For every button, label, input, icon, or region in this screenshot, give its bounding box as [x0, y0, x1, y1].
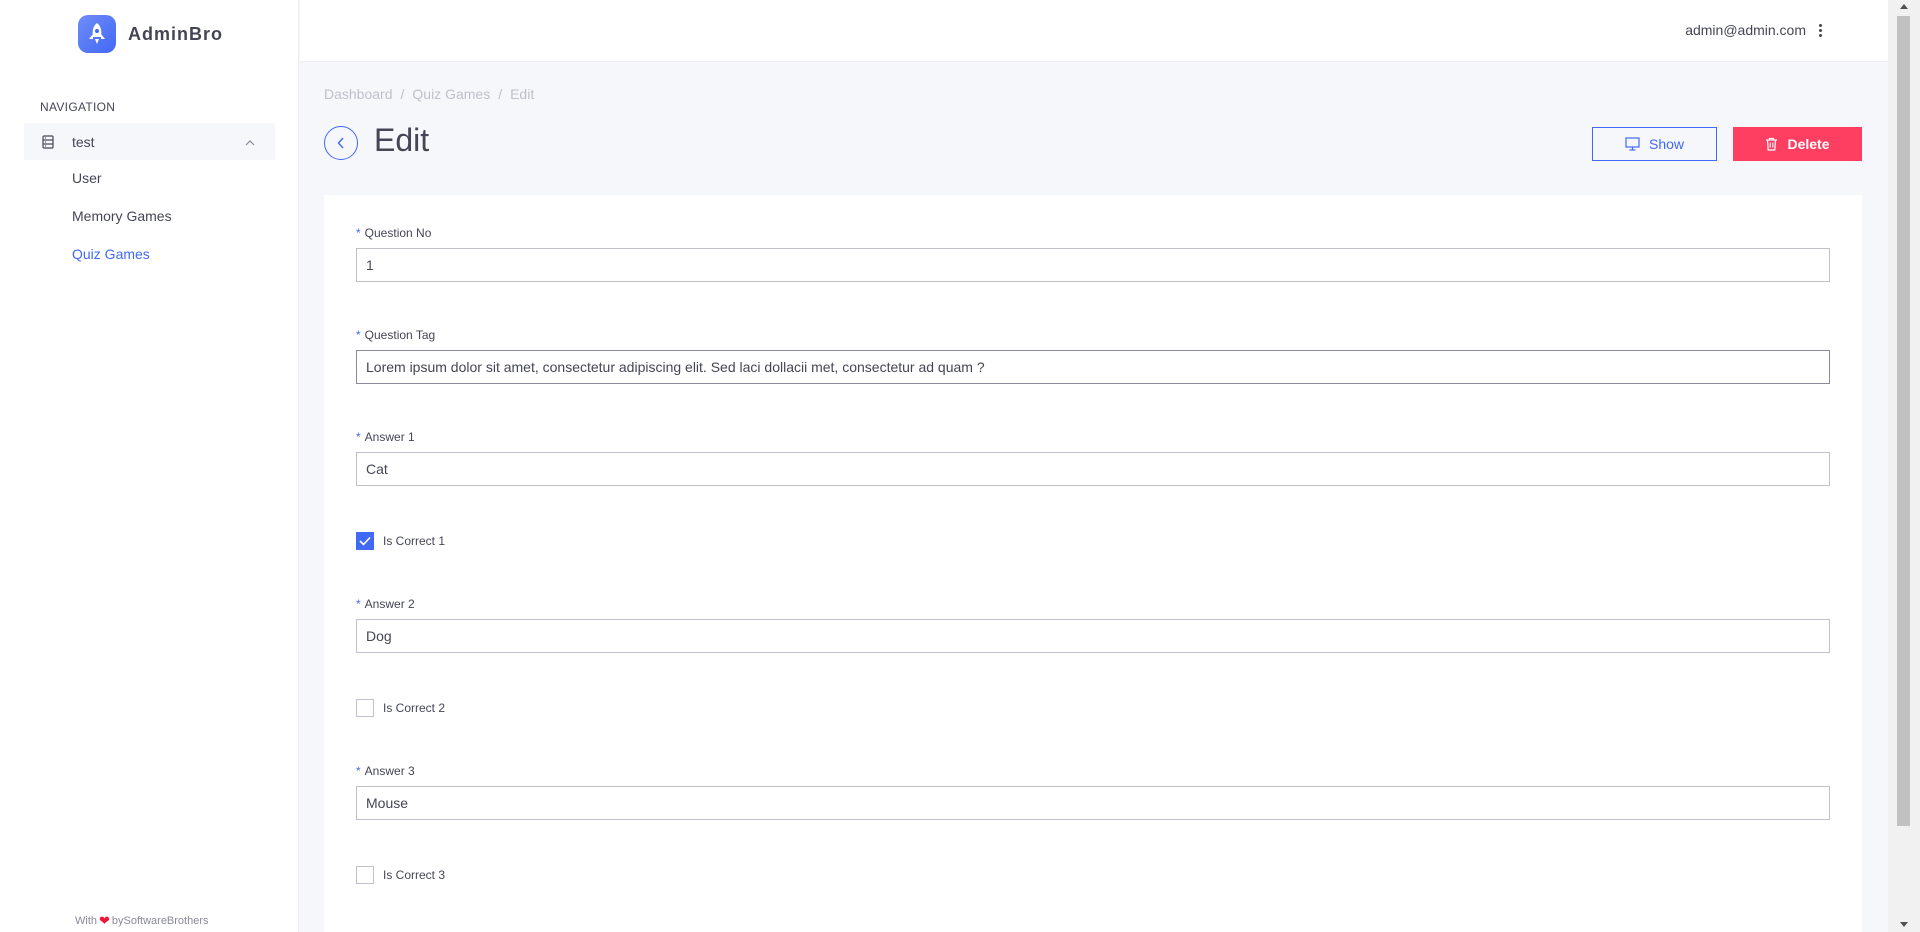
- sidebar-item-quiz-games[interactable]: Quiz Games: [72, 246, 150, 262]
- required-mark: *: [356, 328, 361, 342]
- answer-3-field: * Answer 3: [356, 764, 1830, 820]
- question-tag-label: * Question Tag: [356, 328, 436, 342]
- chevron-up-icon: [245, 133, 255, 151]
- required-mark: *: [356, 226, 361, 240]
- answer-1-field: * Answer 1: [356, 430, 1830, 486]
- answer-1-input[interactable]: [356, 452, 1830, 486]
- back-button[interactable]: [324, 126, 358, 160]
- brand-name: AdminBro: [128, 23, 223, 44]
- sidebar: AdminBro NAVIGATION test User Memory Gam…: [0, 0, 299, 932]
- question-no-label: * Question No: [356, 226, 432, 240]
- navigation-heading: NAVIGATION: [40, 100, 116, 114]
- question-tag-field: * Question Tag: [356, 328, 1830, 384]
- topbar: admin@admin.com: [300, 0, 1888, 62]
- scroll-down-arrow-icon[interactable]: [1900, 922, 1908, 927]
- monitor-icon: [1625, 137, 1640, 151]
- checkbox-unchecked[interactable]: [356, 699, 374, 717]
- required-mark: *: [356, 597, 361, 611]
- brand[interactable]: AdminBro: [78, 15, 223, 53]
- check-icon: [359, 536, 371, 546]
- rocket-icon: [78, 15, 116, 53]
- show-button-label: Show: [1648, 136, 1685, 152]
- breadcrumb-edit: Edit: [510, 86, 535, 102]
- database-icon: [42, 134, 56, 149]
- sidebar-item-user[interactable]: User: [72, 170, 102, 186]
- required-mark: *: [356, 764, 361, 778]
- answer-2-field: * Answer 2: [356, 597, 1830, 653]
- answer-2-input[interactable]: [356, 619, 1830, 653]
- breadcrumb-quiz-games[interactable]: Quiz Games: [412, 86, 490, 102]
- delete-button[interactable]: Delete: [1733, 127, 1862, 161]
- footer-credit: With ❤ bySoftwareBrothers: [75, 913, 209, 929]
- is-correct-1-checkbox[interactable]: Is Correct 1: [356, 532, 445, 550]
- breadcrumb-separator: /: [498, 86, 503, 102]
- edit-form: *Question No *Question Tag *Answer 1 Is …: [324, 195, 1862, 932]
- page-scrollbar[interactable]: [1888, 0, 1920, 932]
- scroll-up-arrow-icon[interactable]: [1900, 4, 1908, 9]
- breadcrumb: Dashboard / Quiz Games / Edit: [324, 86, 534, 102]
- footer-link[interactable]: bySoftwareBrothers: [112, 915, 209, 927]
- checkbox-unchecked[interactable]: [356, 866, 374, 884]
- answer-2-label: * Answer 2: [356, 597, 415, 611]
- user-email[interactable]: admin@admin.com: [1685, 22, 1806, 38]
- delete-button-label: Delete: [1787, 136, 1830, 152]
- footer-prefix: With: [75, 915, 97, 927]
- answer-1-label: * Answer 1: [356, 430, 415, 444]
- checkbox-checked[interactable]: [356, 532, 374, 550]
- is-correct-3-label: Is Correct 3: [383, 868, 446, 882]
- more-vertical-icon[interactable]: [1814, 22, 1826, 38]
- heart-icon: ❤: [99, 913, 110, 928]
- answer-3-input[interactable]: [356, 786, 1830, 820]
- required-mark: *: [356, 430, 361, 444]
- show-button[interactable]: Show: [1592, 127, 1717, 161]
- sidebar-item-label: test: [72, 133, 95, 150]
- scrollbar-thumb[interactable]: [1897, 16, 1910, 826]
- chevron-left-icon: [337, 137, 344, 149]
- is-correct-3-checkbox[interactable]: Is Correct 3: [356, 866, 445, 884]
- is-correct-2-label: Is Correct 2: [383, 701, 446, 715]
- sidebar-item-memory-games[interactable]: Memory Games: [72, 208, 172, 224]
- breadcrumb-dashboard[interactable]: Dashboard: [324, 86, 393, 102]
- trash-icon: [1765, 137, 1778, 151]
- is-correct-2-checkbox[interactable]: Is Correct 2: [356, 699, 445, 717]
- breadcrumb-separator: /: [400, 86, 405, 102]
- question-no-field: * Question No: [356, 226, 1830, 282]
- question-tag-input[interactable]: [356, 350, 1830, 384]
- page-title: Edit: [374, 122, 430, 158]
- sidebar-item-test[interactable]: test: [24, 123, 275, 160]
- question-no-input[interactable]: [356, 248, 1830, 282]
- answer-3-label: * Answer 3: [356, 764, 415, 778]
- is-correct-1-label: Is Correct 1: [383, 534, 446, 548]
